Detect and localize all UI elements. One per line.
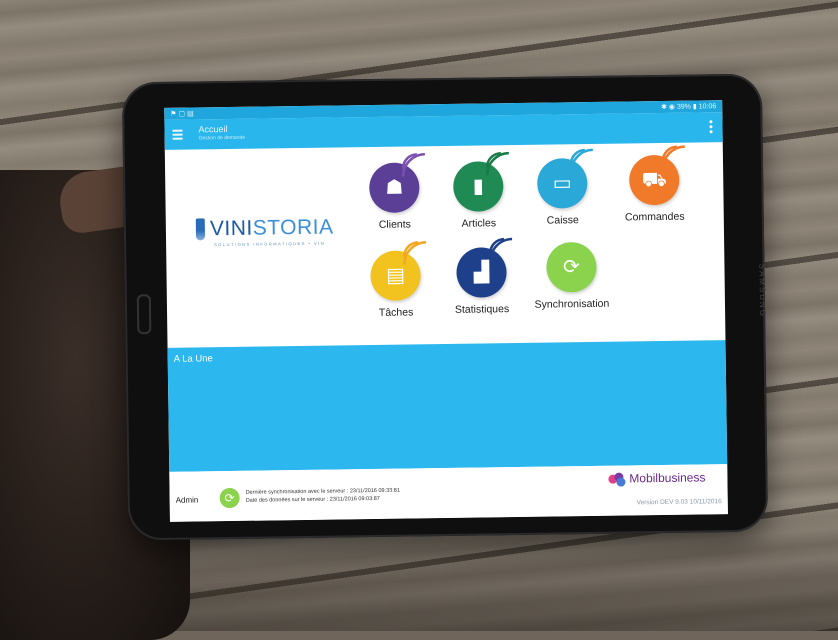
version-text: Version DEV 9.03 10/11/2016: [636, 498, 722, 507]
sync-status-icon[interactable]: ⟳: [219, 487, 240, 509]
clients-icon: ☗: [368, 153, 425, 214]
status-icons-right: ✱ ◉ 39% ▮ 10:06: [661, 103, 717, 111]
page-subtitle: Gestion de demande: [198, 134, 246, 142]
server-data-date-text: Date des données sur le serveur : 23/11/…: [245, 495, 380, 504]
articles-icon: ▮: [452, 151, 509, 212]
articles-glyph: ▮: [472, 175, 484, 198]
caisse-icon: ▭: [536, 148, 593, 209]
mobilbusiness-mark-icon: [608, 472, 626, 487]
tile-taches[interactable]: ▤ Tâches: [350, 241, 441, 319]
hamburger-menu-icon[interactable]: [172, 129, 183, 140]
tablet-screen: ⚑ ▢ ▤ ✱ ◉ 39% ▮ 10:06 Accueil Gestion de…: [164, 100, 728, 522]
status-icons-left: ⚑ ▢ ▤: [170, 110, 194, 118]
statistiques-icon: ▟: [456, 237, 513, 298]
tile-label: Articles: [461, 217, 497, 230]
tile-label: Caisse: [546, 214, 579, 227]
tile-label: Tâches: [378, 306, 414, 319]
taches-glyph: ▤: [385, 264, 406, 287]
tile-articles[interactable]: ▮ Articles: [433, 151, 524, 230]
synchronisation-glyph: ⟳: [562, 256, 580, 279]
wine-glass-icon: [195, 218, 206, 241]
tablet-home-button: [136, 294, 152, 335]
tile-label: Synchronisation: [534, 297, 610, 311]
mobilbusiness-logo: Mobilbusiness: [608, 470, 706, 487]
tile-commandes[interactable]: ⛟ Commandes: [609, 145, 700, 224]
last-sync-text: Dernière synchronisation avec le serveur…: [245, 487, 400, 496]
page-title: Accueil: [198, 124, 228, 135]
app-bar: Accueil Gestion de demande: [164, 112, 723, 150]
tile-label: Clients: [378, 218, 411, 231]
tile-statistiques[interactable]: ▟ Statistiques: [436, 237, 527, 316]
synchronisation-icon: ⟳: [546, 241, 597, 293]
statistiques-glyph: ▟: [473, 261, 490, 284]
footer: Admin ⟳ Dernière synchronisation avec le…: [169, 464, 728, 522]
clients-glyph: ☗: [385, 176, 404, 199]
logo-tagline: SOLUTIONS INFORMATIQUES • VIN: [214, 240, 326, 248]
caisse-glyph: ▭: [552, 172, 572, 195]
tile-synchronisation[interactable]: ⟳ Synchronisation: [516, 241, 627, 311]
device-brand-label: SAMSUNG: [757, 263, 768, 319]
tablet-device: SAMSUNG ⚑ ▢ ▤ ✱ ◉ 39% ▮ 10:06 Accueil Ge…: [121, 73, 769, 541]
tile-caisse[interactable]: ▭ Caisse: [517, 148, 608, 227]
logo-text-part2: STORIA: [252, 215, 334, 240]
news-title: A La Une: [173, 353, 213, 365]
tile-clients[interactable]: ☗ Clients: [349, 153, 440, 231]
admin-label[interactable]: Admin: [176, 495, 199, 504]
commandes-icon: ⛟: [628, 145, 685, 206]
taches-icon: ▤: [370, 241, 427, 302]
logo-text-part1: VINI: [209, 216, 253, 241]
commandes-glyph: ⛟: [641, 168, 667, 192]
tile-label: Commandes: [624, 210, 685, 224]
vinistoria-logo: VINISTORIA SOLUTIONS INFORMATIQUES • VIN: [195, 215, 334, 248]
news-section: A La Une: [167, 340, 728, 472]
tile-label: Statistiques: [454, 303, 510, 316]
brand-name: Mobilbusiness: [629, 470, 706, 486]
overflow-menu-icon[interactable]: [709, 120, 713, 135]
